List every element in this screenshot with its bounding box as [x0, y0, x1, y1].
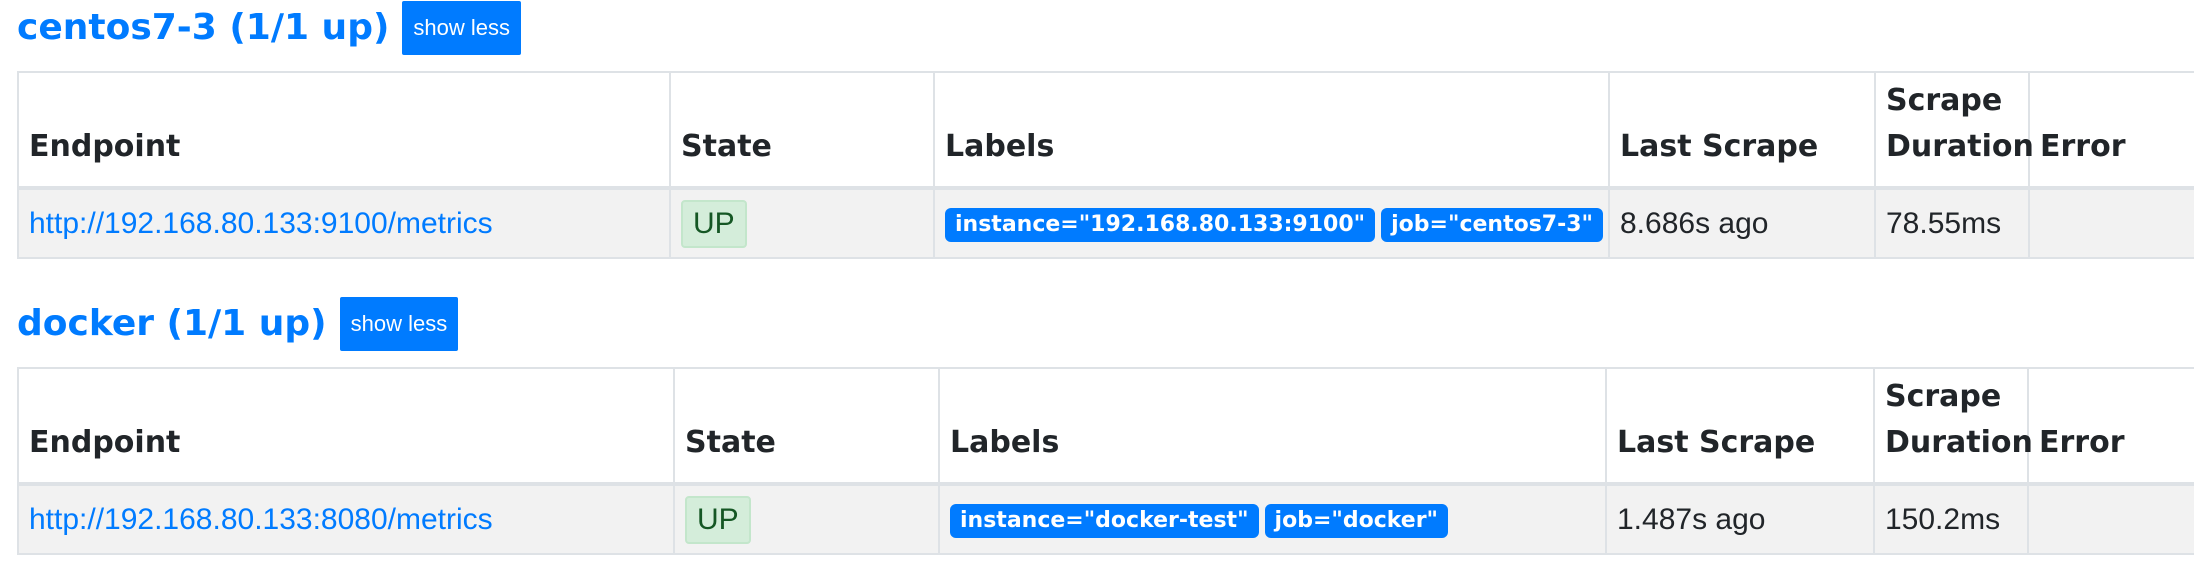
endpoint-link[interactable]: http://192.168.80.133:9100/metrics — [29, 207, 493, 240]
job-title[interactable]: centos7-3 (1/1 up) — [17, 0, 389, 56]
column-header-state: State — [669, 71, 935, 190]
job-header: docker (1/1 up) show less — [17, 296, 459, 352]
label-badge-job: job="docker" — [1264, 504, 1449, 538]
labels-cell: instance="192.168.80.133:9100" job="cento… — [933, 187, 1610, 259]
scrape-duration-cell: 150.2ms — [1873, 483, 2029, 555]
table-row: http://192.168.80.133:9100/metrics UP in… — [17, 187, 2194, 259]
scrape-duration-header-line1: Scrape — [1885, 379, 2002, 414]
column-header-labels: Labels — [933, 71, 1610, 190]
endpoint-link[interactable]: http://192.168.80.133:8080/metrics — [29, 503, 493, 536]
error-cell — [2028, 187, 2194, 259]
endpoint-cell: http://192.168.80.133:9100/metrics — [17, 187, 671, 259]
scrape-duration-cell: 78.55ms — [1874, 187, 2030, 259]
last-scrape-cell: 1.487s ago — [1605, 483, 1875, 555]
targets-table: Endpoint State Labels Last Scrape Scrape… — [17, 367, 2194, 555]
column-header-endpoint: Endpoint — [17, 367, 675, 486]
column-header-state: State — [673, 367, 940, 486]
targets-table: Endpoint State Labels Last Scrape Scrape… — [17, 71, 2194, 259]
column-header-scrape-duration: Scrape Duration — [1874, 71, 2034, 190]
scrape-duration-header-line1: Scrape — [1886, 83, 2003, 118]
column-header-error: Error — [2028, 71, 2194, 190]
column-header-last-scrape: Last Scrape — [1608, 71, 1876, 190]
scrape-duration-header-line2: Duration — [1886, 129, 2034, 164]
table-header-row: Endpoint State Labels Last Scrape Scrape… — [17, 71, 2194, 190]
error-cell — [2027, 483, 2194, 555]
job-title[interactable]: docker (1/1 up) — [17, 296, 327, 352]
column-header-endpoint: Endpoint — [17, 71, 671, 190]
scrape-duration-header-line2: Duration — [1885, 425, 2033, 460]
state-cell: UP — [669, 187, 935, 259]
column-header-scrape-duration: Scrape Duration — [1873, 367, 2033, 486]
column-header-last-scrape: Last Scrape — [1605, 367, 1875, 486]
state-badge: UP — [685, 495, 751, 544]
label-badge-instance: instance="192.168.80.133:9100" — [945, 208, 1376, 242]
state-cell: UP — [673, 483, 940, 555]
state-badge: UP — [681, 199, 747, 248]
labels-cell: instance="docker-test" job="docker" — [938, 483, 1607, 555]
last-scrape-cell: 8.686s ago — [1608, 187, 1876, 259]
column-header-error: Error — [2027, 367, 2194, 486]
show-less-button[interactable]: show less — [402, 1, 522, 55]
job-header: centos7-3 (1/1 up) show less — [17, 0, 522, 56]
table-header-row: Endpoint State Labels Last Scrape Scrape… — [17, 367, 2194, 486]
table-row: http://192.168.80.133:8080/metrics UP in… — [17, 483, 2194, 555]
column-header-labels: Labels — [938, 367, 1607, 486]
label-badge-instance: instance="docker-test" — [950, 504, 1259, 538]
label-badge-job: job="centos7-3" — [1381, 208, 1603, 242]
show-less-button[interactable]: show less — [339, 297, 459, 351]
endpoint-cell: http://192.168.80.133:8080/metrics — [17, 483, 675, 555]
